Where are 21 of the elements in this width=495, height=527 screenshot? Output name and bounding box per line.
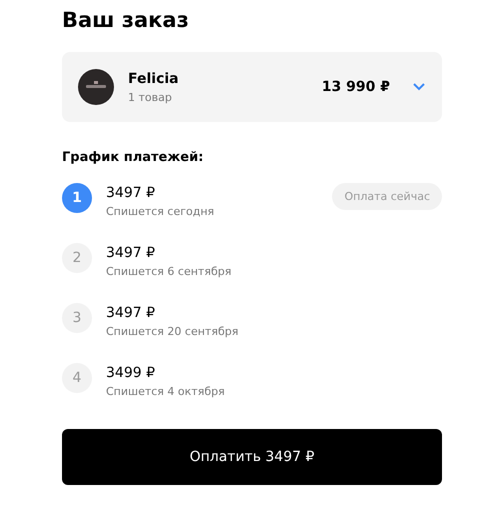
payment-date: Спишется 4 октября	[106, 385, 225, 398]
order-total: 13 990 ₽	[322, 79, 390, 95]
payment-amount: 3499 ₽	[106, 365, 155, 381]
payment-date: Спишется 6 сентября	[106, 265, 232, 278]
payment-date: Спишется 20 сентября	[106, 325, 238, 338]
payment-amount: 3497 ₽	[106, 305, 155, 321]
payment-date: Спишется сегодня	[106, 205, 214, 218]
step-number: 3	[62, 303, 92, 333]
payment-amount: 3497 ₽	[106, 245, 155, 261]
step-number: 4	[62, 363, 92, 393]
pay-button[interactable]: Оплатить 3497 ₽	[62, 429, 442, 485]
payment-amount: 3497 ₽	[106, 185, 155, 201]
step-number: 1	[62, 183, 92, 213]
shop-logo-icon	[78, 69, 114, 105]
item-count: 1 товар	[128, 90, 172, 104]
status-badge: Оплата сейчас	[332, 183, 442, 210]
page-title: Ваш заказ	[62, 7, 189, 34]
shop-name: Felicia	[128, 70, 179, 86]
chevron-icon[interactable]	[412, 82, 426, 92]
step-number: 2	[62, 243, 92, 273]
section-heading: График платежей:	[62, 150, 204, 165]
